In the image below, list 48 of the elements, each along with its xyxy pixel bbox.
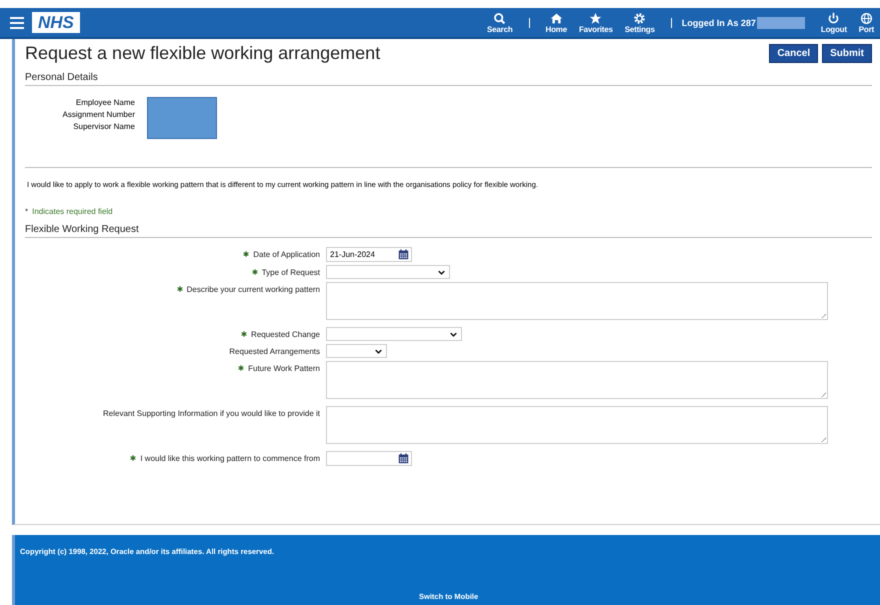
field-label: Future Work Pattern (248, 364, 320, 373)
required-marker: * (25, 207, 28, 216)
nav-power-button[interactable]: Logout (820, 12, 847, 34)
field-label: Employee Name (74, 97, 135, 109)
text-area[interactable] (326, 361, 828, 399)
date-field[interactable]: 21-Jun-2024 (326, 247, 412, 262)
dropdown[interactable] (326, 265, 450, 279)
nav-settings-button[interactable]: Settings (624, 12, 655, 34)
menu-icon[interactable] (10, 16, 24, 28)
home-icon (550, 12, 563, 24)
logged-in-user: Logged In As 287 (682, 18, 756, 28)
globe-icon (860, 12, 873, 24)
field-label: I would like this working pattern to commence from (140, 454, 320, 463)
redaction-box (756, 16, 805, 28)
cancel-button[interactable]: Cancel (769, 44, 818, 63)
section-heading: Personal Details (25, 70, 872, 86)
nav-home-button[interactable]: Home (546, 12, 567, 34)
field-label: Describe your current working pattern (186, 285, 320, 294)
nav-globe-button[interactable]: Port (858, 12, 874, 34)
field-label: Requested Arrangements (229, 347, 320, 356)
settings-icon (633, 12, 646, 24)
calendar-icon[interactable] (398, 249, 409, 260)
dropdown[interactable] (326, 327, 462, 341)
field-label: Requested Change (251, 330, 320, 339)
search-icon (493, 12, 506, 24)
nav-star-button[interactable]: Favorites (578, 12, 613, 34)
submit-button[interactable]: Submit (822, 44, 872, 63)
nav-search-button[interactable]: Search (487, 12, 513, 34)
power-icon (827, 12, 840, 24)
caret-icon (450, 332, 457, 336)
field-label: Relevant Supporting Information if you would like to provide it (102, 409, 320, 418)
field-label: Date of Application (253, 250, 320, 259)
field-label: Type of Request (262, 268, 320, 277)
page-title: Request a new flexible working arrangement (25, 43, 380, 64)
field-label: Supervisor Name (72, 121, 135, 133)
field-label: Assignment Number (62, 109, 135, 121)
calendar-icon[interactable] (398, 453, 409, 464)
dropdown[interactable] (326, 344, 387, 358)
nhs-logo[interactable]: NHS (32, 12, 80, 33)
required-note: Indicates required field (32, 207, 113, 216)
section-heading: Flexible Working Request (25, 222, 872, 238)
date-field[interactable] (326, 451, 412, 466)
text-area[interactable] (326, 406, 828, 444)
star-icon (589, 12, 602, 24)
text-area[interactable] (326, 282, 828, 320)
caret-icon (375, 348, 382, 354)
redaction-box (147, 97, 217, 139)
caret-icon (438, 270, 445, 274)
